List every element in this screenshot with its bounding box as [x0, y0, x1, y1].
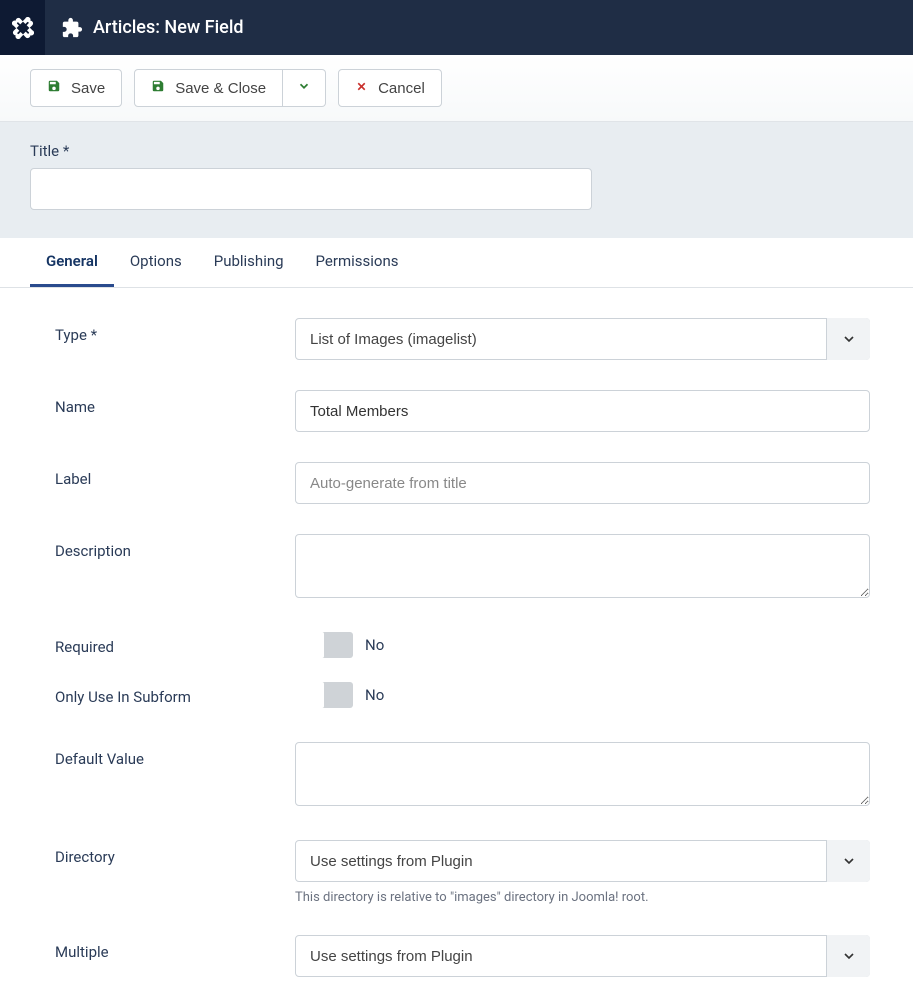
description-label: Description [55, 534, 295, 560]
directory-select[interactable]: Use settings from Plugin [295, 840, 870, 882]
chevron-down-icon [297, 79, 311, 97]
subform-label: Only Use In Subform [55, 688, 295, 706]
subform-value: No [365, 686, 384, 704]
header: Articles: New Field [0, 0, 913, 55]
save-close-label: Save & Close [175, 80, 266, 97]
tab-general[interactable]: General [30, 238, 114, 287]
default-value-label: Default Value [55, 742, 295, 768]
form-general: Type * List of Images (imagelist) Name L… [0, 288, 913, 989]
save-label: Save [71, 80, 105, 97]
save-icon [47, 79, 61, 97]
title-label: Title * [30, 142, 883, 160]
directory-help: This directory is relative to "images" d… [295, 890, 870, 905]
multiple-label: Multiple [55, 935, 295, 961]
type-select[interactable]: List of Images (imagelist) [295, 318, 870, 360]
multiple-select[interactable]: Use settings from Plugin [295, 935, 870, 977]
toolbar: Save Save & Close Cancel [0, 55, 913, 122]
cancel-label: Cancel [378, 80, 425, 97]
label-input[interactable] [295, 462, 870, 504]
close-icon [355, 80, 368, 97]
save-dropdown-button[interactable] [283, 69, 326, 107]
page-title: Articles: New Field [93, 17, 244, 38]
title-area: Title * [0, 122, 913, 238]
name-label: Name [55, 390, 295, 416]
save-icon [151, 79, 165, 97]
tab-permissions[interactable]: Permissions [300, 238, 415, 287]
title-input[interactable] [30, 168, 592, 210]
subform-toggle[interactable] [295, 682, 353, 708]
cancel-button[interactable]: Cancel [338, 69, 442, 107]
name-input[interactable] [295, 390, 870, 432]
tab-options[interactable]: Options [114, 238, 198, 287]
type-label: Type * [55, 318, 295, 344]
puzzle-icon [61, 17, 83, 39]
directory-label: Directory [55, 840, 295, 866]
required-label: Required [55, 638, 295, 656]
required-value: No [365, 636, 384, 654]
save-button[interactable]: Save [30, 69, 122, 107]
default-value-input[interactable] [295, 742, 870, 806]
label-label: Label [55, 462, 295, 488]
tab-publishing[interactable]: Publishing [198, 238, 300, 287]
joomla-logo[interactable] [0, 0, 45, 55]
save-close-button[interactable]: Save & Close [134, 69, 283, 107]
tabs: General Options Publishing Permissions [0, 238, 913, 288]
required-toggle[interactable] [295, 632, 353, 658]
description-input[interactable] [295, 534, 870, 598]
